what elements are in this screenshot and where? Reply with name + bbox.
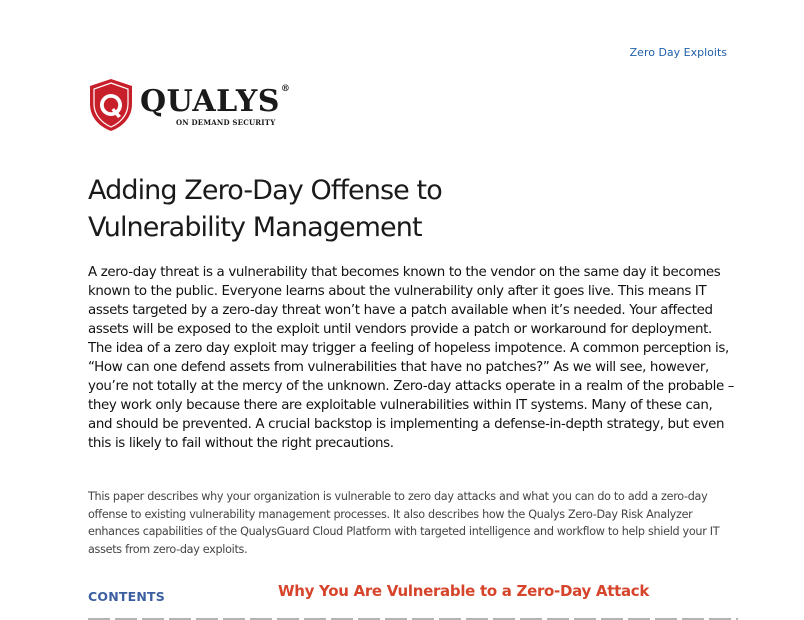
truncated-body-text <box>88 612 738 620</box>
registered-mark: ® <box>280 84 291 94</box>
qualys-logo: QUALYS® ON DEMAND SECURITY <box>88 78 291 134</box>
page-title: Adding Zero-Day Offense to Vulnerability… <box>88 172 728 246</box>
summary-paragraph: This paper describes why your organizati… <box>88 490 720 556</box>
section-heading: Why You Are Vulnerable to a Zero-Day Att… <box>278 582 650 600</box>
lead-paragraph: A zero-day threat is a vulnerability tha… <box>88 265 735 451</box>
title-line-1: Adding Zero-Day Offense to <box>88 175 443 206</box>
contents-heading: CONTENTS <box>88 589 165 604</box>
title-line-2: Vulnerability Management <box>88 212 423 243</box>
header-link-zero-day-exploits[interactable]: Zero Day Exploits <box>630 46 727 59</box>
logo-wordmark: QUALYS® <box>140 84 291 119</box>
qualys-shield-icon <box>90 79 132 131</box>
logo-tagline: ON DEMAND SECURITY <box>176 118 276 127</box>
